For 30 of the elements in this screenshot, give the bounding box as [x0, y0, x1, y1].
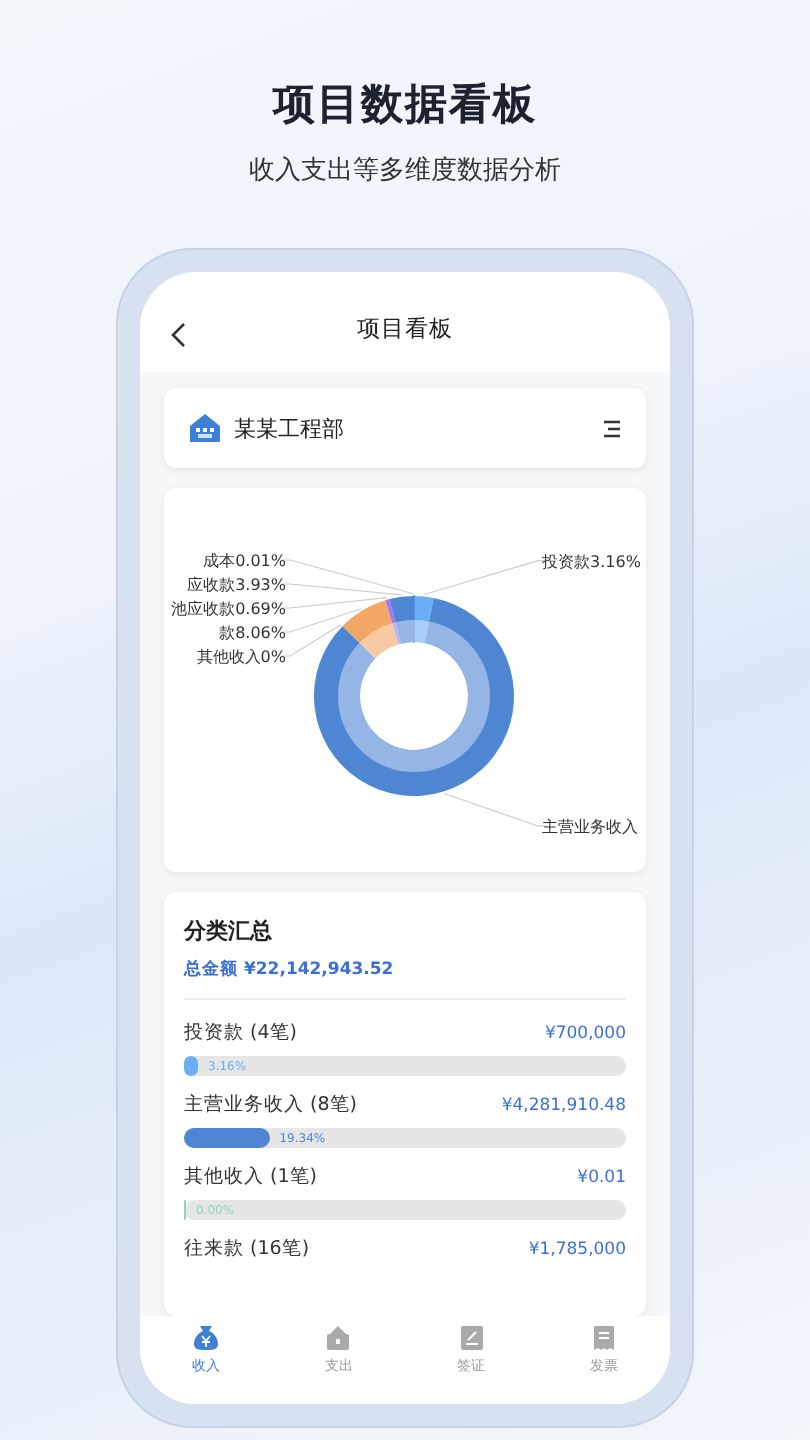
leader-line: [281, 624, 342, 657]
headline-title: 项目数据看板: [273, 78, 537, 132]
category-amount: ¥4,281,910.48: [501, 1095, 626, 1115]
category-name: 往来款 (16笔): [184, 1236, 310, 1262]
chart-label: 池应收款0.69%: [171, 600, 286, 618]
building-icon: [188, 412, 222, 444]
summary-title: 分类汇总: [184, 916, 274, 946]
category-name: 主营业务收入 (8笔): [184, 1092, 357, 1118]
category-amount: ¥1,785,000: [528, 1239, 626, 1259]
back-icon[interactable]: [170, 322, 186, 348]
category-name: 投资款 (4笔): [184, 1020, 297, 1046]
total-label: 总金额: [184, 960, 238, 980]
headline-subtitle: 收入支出等多维度数据分析: [249, 154, 561, 188]
edit-document-icon: [457, 1324, 486, 1352]
category-amount: ¥0.01: [577, 1167, 626, 1187]
chart-label: 成本0.01%: [203, 552, 286, 570]
chart-label: 款8.06%: [219, 624, 286, 642]
chart-label: 主营业务收入: [542, 817, 638, 836]
chart-label: 其他收入0%: [196, 648, 286, 666]
total-amount: ¥22,142,943.52: [243, 960, 394, 980]
category-name: 其他收入 (1笔): [184, 1164, 317, 1190]
receipt-icon: [589, 1324, 618, 1352]
page-title: 项目看板: [357, 313, 453, 343]
menu-icon[interactable]: [602, 419, 622, 437]
category-amount: ¥700,000: [544, 1023, 626, 1043]
project-name: 某某工程部: [234, 413, 346, 443]
chart-label: 应收款3.93%: [187, 576, 286, 594]
chart-label: 投资款3.16%: [542, 552, 641, 571]
money-bag-icon: [192, 1324, 221, 1352]
project-card[interactable]: 某某工程部: [164, 388, 646, 468]
